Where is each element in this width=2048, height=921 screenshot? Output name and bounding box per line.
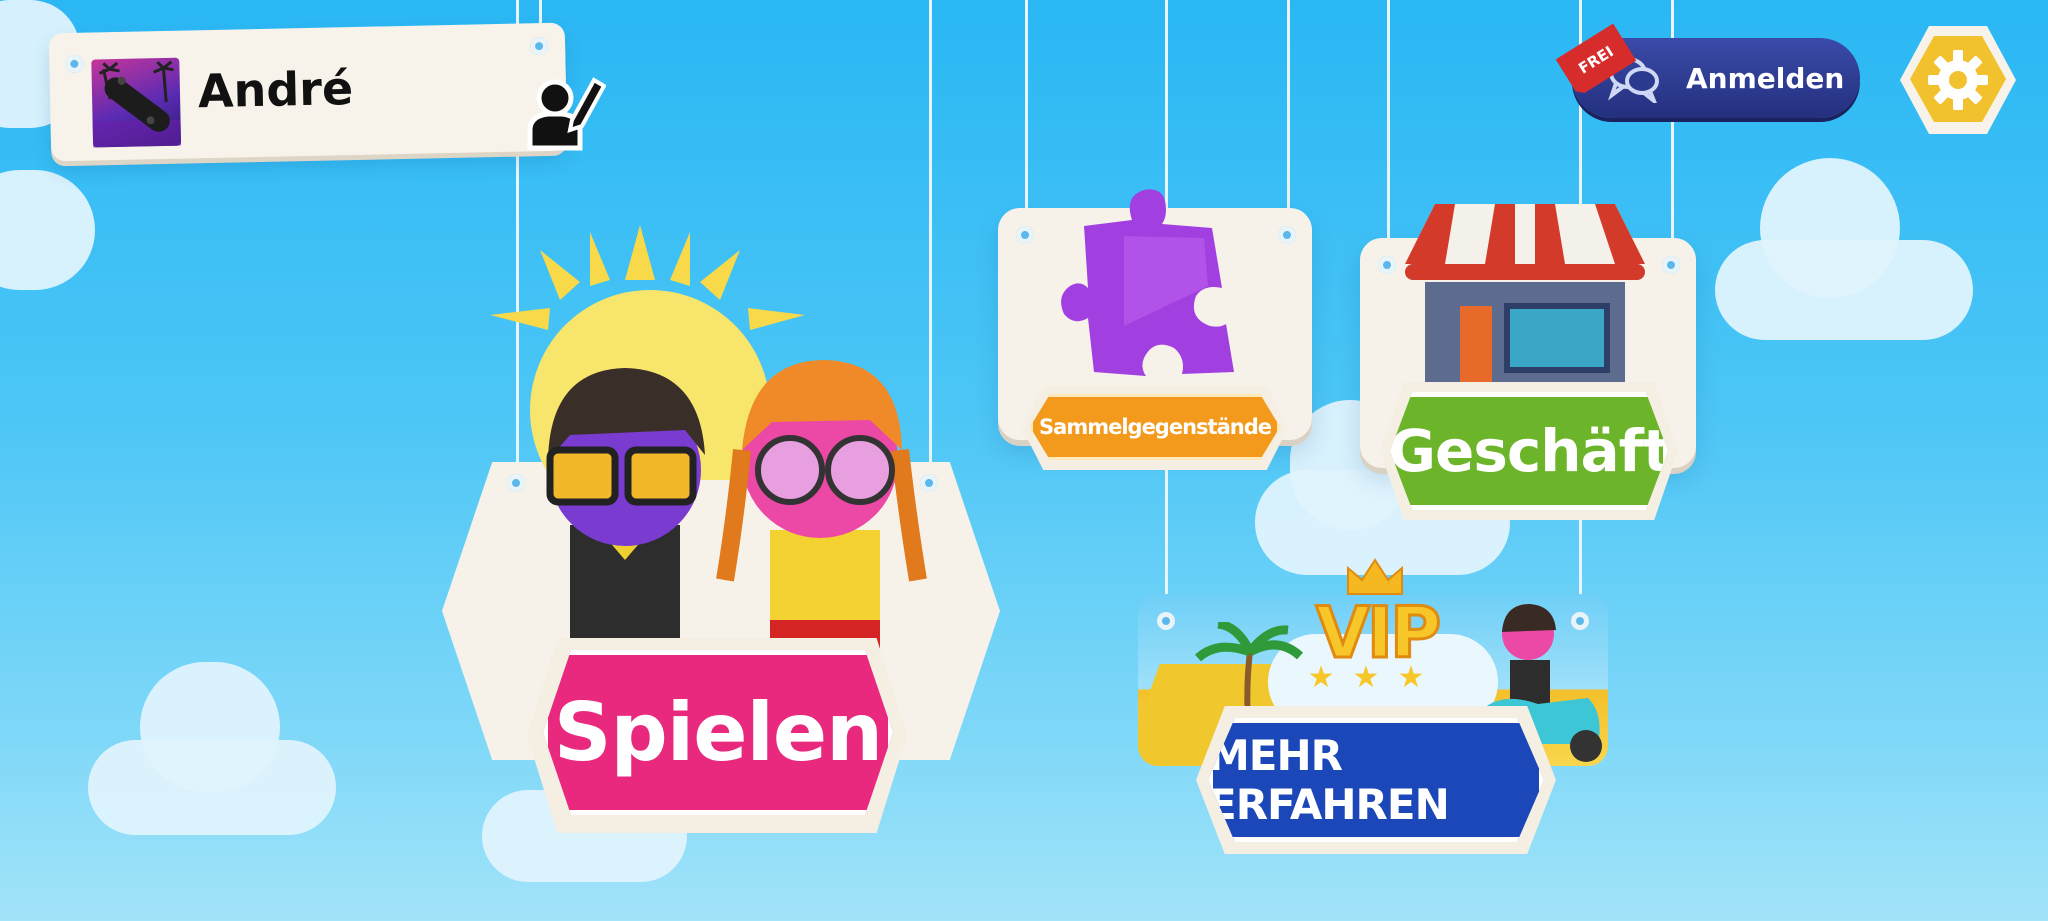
puzzle-piece-icon [1061,189,1234,376]
gear-icon [1928,50,1988,110]
cloud [1760,158,1900,298]
vip-stars: ★★★ [1307,660,1443,695]
play-button[interactable]: Spielen [543,650,893,815]
peg [1571,612,1589,630]
cloud [140,662,280,792]
free-badge-label: FREI [1575,42,1617,78]
shop-button[interactable]: Geschäft [1390,392,1668,510]
shop-icon [1405,204,1645,398]
peg [1278,226,1296,244]
edit-profile-icon [527,77,607,151]
crown-icon [1347,558,1403,595]
edit-profile-button[interactable] [522,68,607,152]
peg [1378,256,1396,274]
skateboard-avatar-icon [92,60,182,148]
peg [65,54,84,74]
login-label: Anmelden [1686,61,1845,95]
profile-panel[interactable]: André [48,22,568,162]
peg [1662,256,1680,274]
collectibles-button[interactable]: Sammelgegenstände [1030,394,1280,460]
settings-button[interactable] [1900,26,2016,134]
peg [1157,612,1175,630]
player-name: André [197,61,354,119]
hanging-string [1025,0,1028,230]
peg [1016,226,1034,244]
cloud [0,170,95,290]
vip-more-button[interactable]: MEHR ERFAHREN [1208,718,1544,842]
peg [529,36,549,56]
hanging-string [1287,0,1290,230]
avatar[interactable] [91,57,182,148]
hanging-string [1387,0,1390,260]
characters-illustration [546,360,927,650]
